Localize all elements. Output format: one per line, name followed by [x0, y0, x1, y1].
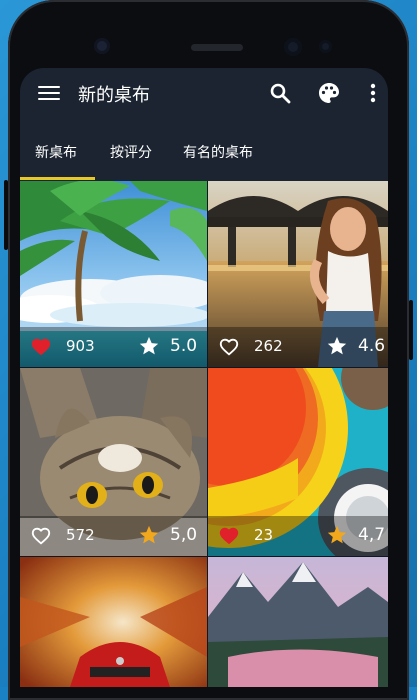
heart-filled-icon[interactable] — [218, 525, 240, 547]
front-camera — [284, 38, 302, 56]
like-count: 572 — [66, 526, 95, 544]
app-screen: 新的桌布 新桌布 按评分 有名的桌布 903 5.0 262 4.6 572 5… — [20, 68, 388, 687]
like-count: 23 — [254, 526, 274, 544]
star-icon[interactable] — [138, 335, 160, 357]
page-title: 新的桌布 — [78, 85, 150, 106]
sensor-dot — [94, 38, 110, 54]
more-vert-icon[interactable] — [361, 81, 385, 105]
card-footer: 23 4,7 — [208, 516, 388, 556]
star-icon[interactable] — [326, 335, 348, 357]
rating-value: 4,7 — [358, 525, 386, 545]
wallpaper-card-woman-bridge[interactable]: 262 4.6 — [208, 181, 388, 367]
heart-outline-icon[interactable] — [30, 525, 52, 547]
wallpaper-card-mountain-lake[interactable] — [208, 557, 388, 687]
earpiece-speaker — [191, 44, 243, 51]
wallpaper-card-palm-beach[interactable]: 903 5.0 — [20, 181, 207, 367]
wallpaper-card-cat[interactable]: 572 5,0 — [20, 368, 207, 556]
tab-indicator — [20, 177, 95, 180]
card-footer: 572 5,0 — [20, 516, 207, 556]
heart-filled-icon[interactable] — [30, 336, 52, 358]
tab-by-rating[interactable]: 按评分 — [110, 142, 152, 162]
palette-icon[interactable] — [317, 81, 341, 105]
wallpaper-card-material-circles[interactable]: 23 4,7 — [208, 368, 388, 556]
card-footer: 903 5.0 — [20, 327, 207, 367]
iris-sensor — [319, 40, 332, 53]
app-bar: 新的桌布 — [20, 68, 388, 118]
tab-new[interactable]: 新桌布 — [35, 142, 77, 162]
rating-value: 5,0 — [170, 525, 198, 545]
rating-value: 4.6 — [358, 336, 386, 356]
tab-bar: 新桌布 按评分 有名的桌布 — [20, 118, 388, 181]
tab-famous[interactable]: 有名的桌布 — [183, 142, 253, 162]
menu-icon[interactable] — [38, 82, 60, 104]
phone-side-button-right — [409, 300, 413, 360]
wallpaper-card-red-car[interactable] — [20, 557, 207, 687]
wallpaper-image-red-car — [20, 557, 207, 687]
wallpaper-grid: 903 5.0 262 4.6 572 5,0 23 4,7 — [20, 181, 388, 687]
heart-outline-icon[interactable] — [218, 336, 240, 358]
like-count: 262 — [254, 337, 283, 355]
card-footer: 262 4.6 — [208, 327, 388, 367]
wallpaper-image-mountain-lake — [208, 557, 388, 687]
star-icon[interactable] — [138, 524, 160, 546]
star-icon[interactable] — [326, 524, 348, 546]
rating-value: 5.0 — [170, 336, 198, 356]
like-count: 903 — [66, 337, 95, 355]
search-icon[interactable] — [268, 81, 292, 105]
